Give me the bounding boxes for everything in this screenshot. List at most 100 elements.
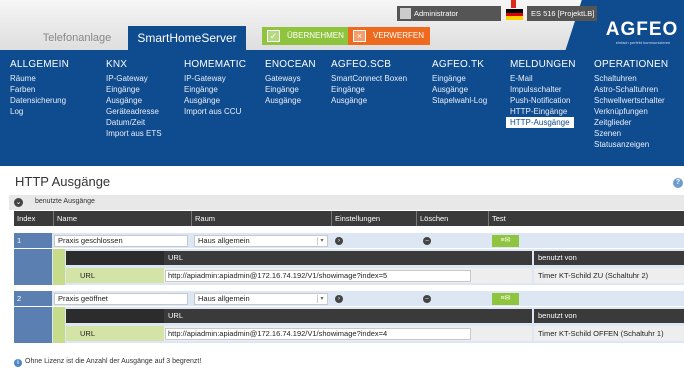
nav-item-szenen[interactable]: Szenen: [594, 128, 668, 139]
nav-heading[interactable]: HOMEMATIC: [184, 59, 246, 70]
accept-button[interactable]: ✓ ÜBERNEHMEN: [262, 27, 348, 45]
used-by-value: Timer KT-Schild ZU (Schaltuhr 2): [534, 268, 684, 283]
test-button[interactable]: ≡✉: [492, 293, 519, 305]
room-select-value: Haus allgemein: [198, 294, 250, 303]
room-select[interactable]: Haus allgemein ▾: [194, 235, 328, 247]
nav-heading[interactable]: OPERATIONEN: [594, 59, 668, 70]
nav-heading[interactable]: ENOCEAN: [265, 59, 316, 70]
used-by-header: benutzt von: [534, 251, 684, 265]
url-label: URL: [66, 268, 164, 283]
nav-group-operationen: OPERATIONEN Schaltuhren Astro-Schaltuhre…: [594, 59, 668, 150]
top-header: Telefonanlage SmartHomeServer ✓ ÜBERNEHM…: [0, 0, 684, 50]
nav-item-hm-ip-gateway[interactable]: IP-Gateway: [184, 73, 246, 84]
table-row: 1 Praxis geschlossen Haus allgemein ▾ › …: [14, 233, 684, 248]
logo-tagline: einfach perfekt kommunizieren: [615, 40, 671, 45]
test-button[interactable]: ≡✉: [492, 235, 519, 247]
nav-item-log[interactable]: Log: [10, 106, 69, 117]
german-flag-icon[interactable]: [506, 9, 523, 21]
nav-item-knx-geraeteadresse[interactable]: Geräteadresse: [106, 106, 162, 117]
nav-item-tk-stapelwahl-log[interactable]: Stapelwahl-Log: [432, 95, 487, 106]
nav-group-agfeo-scb: AGFEO.SCB SmartConnect Boxen Eingänge Au…: [331, 59, 407, 106]
nav-item-scb-ausgaenge[interactable]: Ausgänge: [331, 95, 407, 106]
row-index: 1: [14, 233, 52, 248]
nav-item-scb-boxen[interactable]: SmartConnect Boxen: [331, 73, 407, 84]
url-input[interactable]: http://apiadmin:apiadmin@172.16.74.192/V…: [165, 328, 471, 340]
used-by-header: benutzt von: [534, 309, 684, 323]
info-icon: i: [14, 359, 22, 367]
nav-item-astro-schaltuhren[interactable]: Astro-Schaltuhren: [594, 84, 668, 95]
nav-item-eo-gateways[interactable]: Gateways: [265, 73, 316, 84]
nav-item-datensicherung[interactable]: Datensicherung: [10, 95, 69, 106]
room-select[interactable]: Haus allgemein ▾: [194, 293, 328, 305]
nav-item-tk-ausgaenge[interactable]: Ausgänge: [432, 84, 487, 95]
nav-item-raeume[interactable]: Räume: [10, 73, 69, 84]
reject-button-label: VERWERFEN: [373, 31, 424, 40]
url-row: URL http://apiadmin:apiadmin@172.16.74.1…: [66, 268, 532, 283]
chevron-down-icon: ▾: [317, 237, 326, 245]
url-header: URL: [66, 309, 532, 323]
nav-item-hm-import-ccu[interactable]: Import aus CCU: [184, 106, 246, 117]
row-index: 2: [14, 291, 52, 306]
used-by-value: Timer KT-Schild OFFEN (Schaltuhr 1): [534, 326, 684, 341]
tab-telefonanlage[interactable]: Telefonanlage: [23, 26, 131, 50]
nav-heading[interactable]: ALLGEMEIN: [10, 59, 69, 70]
nav-item-eo-ausgaenge[interactable]: Ausgänge: [265, 95, 316, 106]
nav-heading[interactable]: KNX: [106, 59, 162, 70]
tab-smarthomeserver[interactable]: SmartHomeServer: [128, 26, 246, 50]
user-icon: [400, 8, 411, 19]
name-input[interactable]: Praxis geschlossen: [54, 235, 188, 247]
nav-item-hm-ausgaenge[interactable]: Ausgänge: [184, 95, 246, 106]
nav-item-hm-eingaenge[interactable]: Eingänge: [184, 84, 246, 95]
nav-group-allgemein: ALLGEMEIN Räume Farben Datensicherung Lo…: [10, 59, 69, 117]
settings-icon[interactable]: ›: [335, 237, 343, 245]
nav-item-http-ausgaenge[interactable]: HTTP-Ausgänge: [506, 117, 574, 128]
nav-item-verknuepfungen[interactable]: Verknüpfungen: [594, 106, 668, 117]
nav-group-enocean: ENOCEAN Gateways Eingänge Ausgänge: [265, 59, 316, 106]
nav-item-knx-datum-zeit[interactable]: Datum/Zeit: [106, 117, 162, 128]
table-row: 2 Praxis geöffnet Haus allgemein ▾ › – ≡…: [14, 291, 684, 306]
nav-item-eo-eingaenge[interactable]: Eingänge: [265, 84, 316, 95]
nav-item-http-eingaenge[interactable]: HTTP-Eingänge: [510, 106, 576, 117]
user-menu[interactable]: Administrator: [397, 6, 501, 21]
detail-indent: [53, 307, 65, 343]
close-icon: ×: [353, 30, 366, 42]
help-icon[interactable]: ?: [673, 178, 683, 188]
url-input[interactable]: http://apiadmin:apiadmin@172.16.74.192/V…: [165, 270, 471, 282]
user-name: Administrator: [414, 9, 459, 18]
nav-item-knx-ip-gateway[interactable]: IP-Gateway: [106, 73, 162, 84]
nav-item-push-notification[interactable]: Push-Notification: [510, 95, 576, 106]
nav-item-scb-eingaenge[interactable]: Eingänge: [331, 84, 407, 95]
nav-item-zeitglieder[interactable]: Zeitglieder: [594, 117, 668, 128]
nav-group-knx: KNX IP-Gateway Eingänge Ausgänge Gerätea…: [106, 59, 162, 139]
col-header-loeschen: Löschen: [416, 211, 448, 226]
delete-icon[interactable]: –: [423, 295, 431, 303]
name-input[interactable]: Praxis geöffnet: [54, 293, 188, 305]
nav-item-knx-ausgaenge[interactable]: Ausgänge: [106, 95, 162, 106]
used-outputs-toggle[interactable]: ⌄ benutzte Ausgänge: [9, 195, 684, 210]
nav-item-tk-eingaenge[interactable]: Eingänge: [432, 73, 487, 84]
nav-item-schaltuhren[interactable]: Schaltuhren: [594, 73, 668, 84]
url-row: URL http://apiadmin:apiadmin@172.16.74.1…: [66, 326, 532, 341]
reject-button[interactable]: × VERWERFEN: [348, 27, 430, 45]
nav-item-schwellwertschalter[interactable]: Schwellwertschalter: [594, 95, 668, 106]
nav-heading[interactable]: AGFEO.TK: [432, 59, 487, 70]
url-detail-row: URL URL http://apiadmin:apiadmin@172.16.…: [14, 249, 684, 285]
nav-item-statusanzeigen[interactable]: Statusanzeigen: [594, 139, 668, 150]
nav-item-impulsschalter[interactable]: Impulsschalter: [510, 84, 576, 95]
nav-item-email[interactable]: E-Mail: [510, 73, 576, 84]
url-header-label: URL: [168, 253, 184, 262]
settings-icon[interactable]: ›: [335, 295, 343, 303]
nav-heading[interactable]: AGFEO.SCB: [331, 59, 407, 70]
delete-icon[interactable]: –: [423, 237, 431, 245]
nav-item-farben[interactable]: Farben: [10, 84, 69, 95]
url-label: URL: [66, 326, 164, 341]
page-title: HTTP Ausgänge: [15, 174, 111, 189]
nav-item-knx-eingaenge[interactable]: Eingänge: [106, 84, 162, 95]
url-header-spacer: [66, 251, 164, 265]
url-header-spacer: [66, 309, 164, 323]
nav-item-knx-import-ets[interactable]: Import aus ETS: [106, 128, 162, 139]
used-outputs-label: benutzte Ausgänge: [35, 198, 95, 205]
room-select-value: Haus allgemein: [198, 236, 250, 245]
nav-heading[interactable]: MELDUNGEN: [510, 59, 576, 70]
system-selector[interactable]: ES 516 [ProjektLB]: [527, 6, 597, 21]
